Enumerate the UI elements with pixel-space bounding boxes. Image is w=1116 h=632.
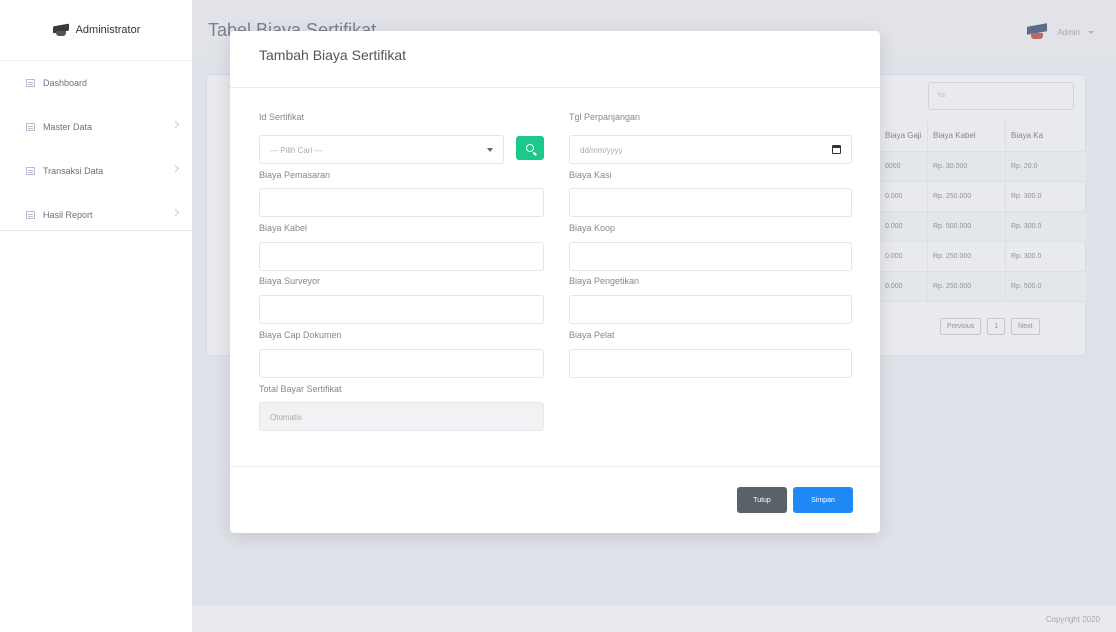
- sidebar-item-transaksi-data[interactable]: Transaksi Data: [0, 149, 192, 193]
- select-placeholder: --- Pilih Cari ---: [270, 146, 323, 155]
- biaya-kasi-input[interactable]: [569, 188, 852, 217]
- menu-list-icon: [26, 167, 35, 175]
- biaya-pengetikan-input[interactable]: [569, 295, 852, 324]
- save-button[interactable]: Simpan: [793, 487, 853, 513]
- total-placeholder: Otomatis: [270, 413, 303, 422]
- id-sertifikat-label: Id Sertifikat: [259, 112, 305, 122]
- biaya-pemasaran-input[interactable]: [259, 188, 544, 217]
- biaya-surveyor-input[interactable]: [259, 295, 544, 324]
- graduation-cap-icon: [52, 23, 70, 37]
- menu-list-icon: [26, 211, 35, 219]
- biaya-pemasaran-label: Biaya Pemasaran: [259, 170, 331, 180]
- brand[interactable]: Administrator: [0, 0, 192, 60]
- sidebar-item-label: Dashboard: [43, 78, 88, 88]
- close-button[interactable]: Tutup: [737, 487, 787, 513]
- biaya-pelat-input[interactable]: [569, 349, 852, 378]
- sidebar-item-dashboard[interactable]: Dashboard: [0, 61, 192, 105]
- tgl-perpanjangan-label: Tgl Perpanjangan: [569, 112, 641, 122]
- calendar-icon[interactable]: [832, 145, 841, 154]
- id-sertifikat-select[interactable]: --- Pilih Cari ---: [259, 135, 504, 164]
- biaya-koop-input[interactable]: [569, 242, 852, 271]
- search-certificate-button[interactable]: [516, 136, 544, 160]
- sidebar-item-label: Master Data: [43, 122, 93, 132]
- brand-label: Administrator: [75, 24, 141, 36]
- biaya-surveyor-label: Biaya Surveyor: [259, 276, 321, 286]
- modal-header: Tambah Biaya Sertifikat: [230, 31, 880, 88]
- sidebar: Administrator Dashboard Master Data Tran…: [0, 0, 192, 632]
- modal-title: Tambah Biaya Sertifikat: [259, 47, 407, 63]
- chevron-right-icon: [171, 164, 180, 173]
- sidebar-item-label: Transaksi Data: [43, 166, 104, 176]
- biaya-pengetikan-label: Biaya Pengetikan: [569, 276, 640, 286]
- modal-footer: Tutup Simpan: [230, 466, 880, 533]
- sidebar-nav: Dashboard Master Data Transaksi Data Has…: [0, 60, 192, 237]
- chevron-right-icon: [171, 120, 180, 129]
- sidebar-item-label: Hasil Report: [43, 210, 93, 220]
- biaya-pelat-label: Biaya Pelat: [569, 330, 615, 340]
- total-bayar-label: Total Bayar Sertifikat: [259, 384, 342, 394]
- modal-body: Id Sertifikat --- Pilih Cari --- Tgl Per…: [230, 88, 880, 466]
- sidebar-item-master-data[interactable]: Master Data: [0, 105, 192, 149]
- biaya-cap-dokumen-label: Biaya Cap Dokumen: [259, 330, 342, 340]
- biaya-kabel-label: Biaya Kabel: [259, 223, 308, 233]
- biaya-kasi-label: Biaya Kasi: [569, 170, 612, 180]
- sidebar-divider: [0, 230, 192, 231]
- tgl-perpanjangan-date-input[interactable]: dd/mm/yyyy: [569, 135, 852, 164]
- date-placeholder: dd/mm/yyyy: [580, 146, 623, 155]
- biaya-koop-label: Biaya Koop: [569, 223, 616, 233]
- total-bayar-input: Otomatis: [259, 402, 544, 431]
- chevron-right-icon: [171, 208, 180, 217]
- chevron-down-icon: [487, 148, 493, 152]
- add-certificate-fee-modal: Tambah Biaya Sertifikat Id Sertifikat --…: [230, 31, 880, 533]
- menu-list-icon: [26, 123, 35, 131]
- biaya-cap-dokumen-input[interactable]: [259, 349, 544, 378]
- menu-list-icon: [26, 79, 35, 87]
- biaya-kabel-input[interactable]: [259, 242, 544, 271]
- search-icon: [526, 144, 534, 152]
